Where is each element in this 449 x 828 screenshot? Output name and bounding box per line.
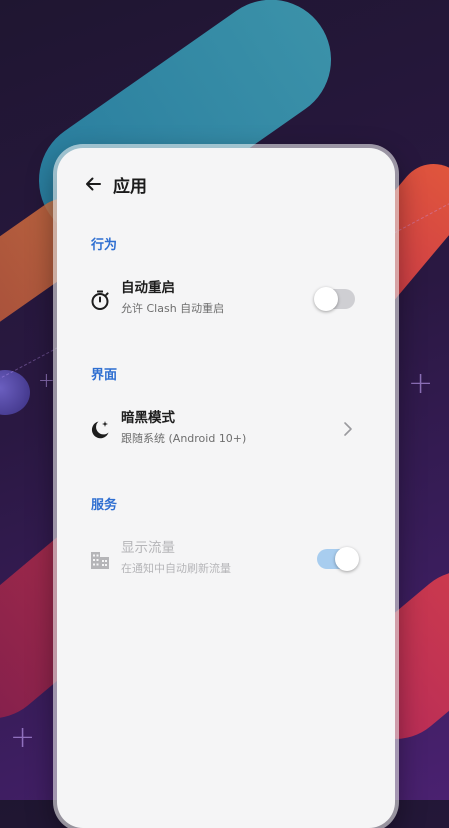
chevron-right-icon [344, 422, 352, 436]
section-header-service: 服务 [91, 498, 118, 513]
section-header-interface: 界面 [91, 368, 118, 383]
setting-title: 自动重启 [121, 280, 175, 296]
setting-show-traffic[interactable]: 显示流量 在通知中自动刷新流量 [57, 530, 395, 590]
timer-icon [91, 290, 109, 310]
setting-title: 显示流量 [121, 540, 175, 556]
auto-restart-toggle[interactable] [314, 287, 355, 311]
toggle-knob [335, 547, 359, 571]
settings-card: 应用 行为 自动重启 允许 Clash 自动重启 界面 暗黑模式 跟随系统 (A… [57, 148, 395, 828]
show-traffic-toggle[interactable] [317, 547, 359, 571]
arrow-back-icon [86, 177, 101, 191]
toggle-knob [314, 287, 338, 311]
back-button[interactable] [79, 170, 107, 198]
decor-orb [0, 370, 30, 415]
decor-plus-icon: + [408, 366, 434, 401]
setting-auto-restart[interactable]: 自动重启 允许 Clash 自动重启 [57, 270, 395, 330]
setting-title: 暗黑模式 [121, 410, 175, 426]
setting-dark-mode[interactable]: 暗黑模式 跟随系统 (Android 10+) [57, 400, 395, 460]
building-icon [91, 552, 109, 569]
section-header-behavior: 行为 [91, 238, 118, 253]
setting-subtitle: 在通知中自动刷新流量 [121, 562, 231, 575]
dark-mode-icon [91, 421, 109, 439]
page-title: 应用 [113, 176, 147, 197]
setting-subtitle: 允许 Clash 自动重启 [121, 302, 225, 315]
decor-plus-icon: + [38, 368, 55, 392]
decor-plus-icon: + [10, 720, 36, 755]
app-bar: 应用 [57, 166, 395, 202]
setting-subtitle: 跟随系统 (Android 10+) [121, 432, 247, 445]
